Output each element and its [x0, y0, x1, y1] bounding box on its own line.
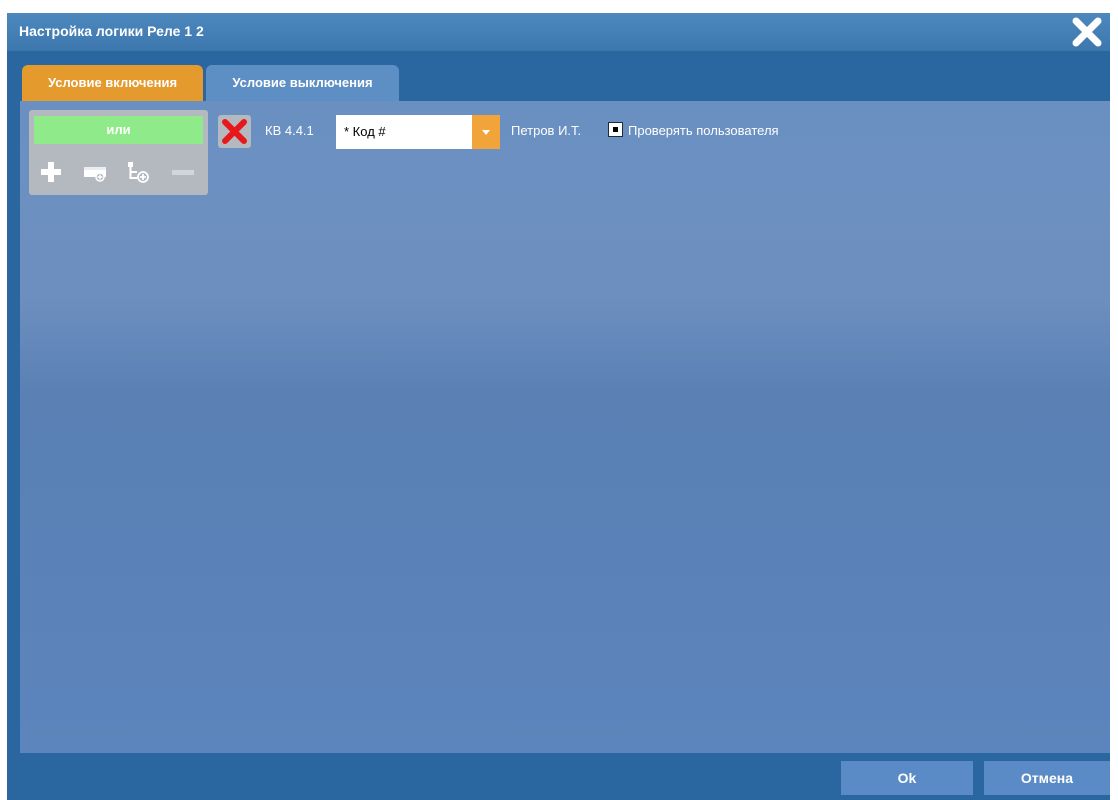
- checkbox-mark: [613, 127, 618, 132]
- minus-icon[interactable]: [169, 159, 197, 185]
- chevron-down-icon[interactable]: [472, 115, 500, 149]
- code-select[interactable]: * Код #: [336, 115, 500, 149]
- user-name: Петров И.Т.: [511, 123, 582, 138]
- tab-on-condition[interactable]: Условие включения: [22, 65, 203, 101]
- close-icon[interactable]: [1070, 15, 1104, 49]
- check-user-label: Проверять пользователя: [628, 123, 779, 138]
- select-value: * Код #: [344, 124, 386, 139]
- delete-x-icon: [222, 119, 247, 144]
- relay-logic-dialog: Настройка логики Реле 1 2 Условие включе…: [7, 13, 1110, 800]
- cancel-button[interactable]: Отмена: [984, 761, 1110, 795]
- logic-group: или: [29, 110, 208, 195]
- dialog-title: Настройка логики Реле 1 2: [19, 23, 204, 39]
- add-branch-icon[interactable]: [125, 159, 153, 185]
- add-group-icon[interactable]: [81, 159, 109, 185]
- title-bar: Настройка логики Реле 1 2: [7, 13, 1110, 51]
- check-user-checkbox[interactable]: [608, 122, 623, 137]
- delete-condition-button[interactable]: [218, 115, 251, 148]
- or-operator-button[interactable]: или: [34, 116, 203, 144]
- tab-off-condition[interactable]: Условие выключения: [206, 65, 399, 101]
- condition-panel: или КВ 4.4.1 * Код # Петров И.Т. Проверя…: [20, 101, 1110, 753]
- condition-label: КВ 4.4.1: [265, 123, 314, 138]
- ok-button[interactable]: Ok: [841, 761, 973, 795]
- plus-icon[interactable]: [37, 159, 65, 185]
